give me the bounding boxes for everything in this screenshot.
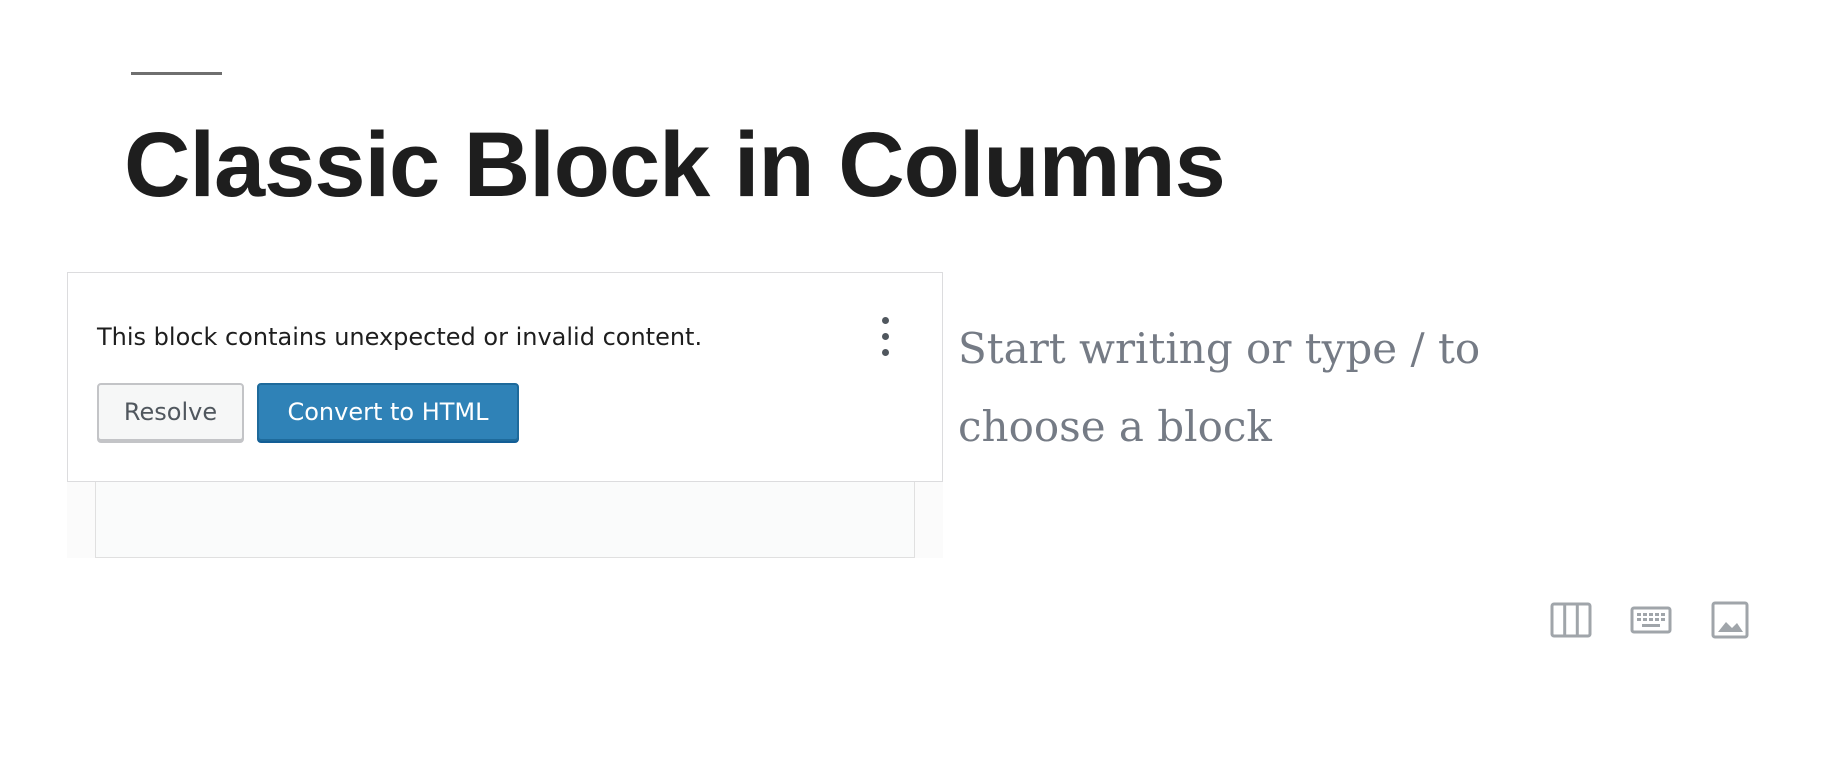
classic-block-body-wrapper (67, 482, 943, 558)
classic-block-body (95, 482, 915, 558)
keyboard-icon[interactable] (1630, 600, 1672, 640)
block-warning-message: This block contains unexpected or invali… (97, 323, 703, 351)
image-icon[interactable] (1710, 600, 1752, 640)
columns-icon[interactable] (1550, 600, 1592, 640)
post-title[interactable]: Classic Block in Columns (124, 114, 1226, 216)
resolve-button[interactable]: Resolve (97, 383, 244, 441)
invalid-classic-block[interactable]: This block contains unexpected or invali… (67, 272, 943, 482)
title-separator (131, 72, 222, 75)
convert-to-html-button[interactable]: Convert to HTML (257, 383, 519, 441)
paragraph-placeholder[interactable]: Start writing or type / to choose a bloc… (958, 310, 1618, 466)
more-vertical-icon[interactable] (868, 315, 904, 359)
